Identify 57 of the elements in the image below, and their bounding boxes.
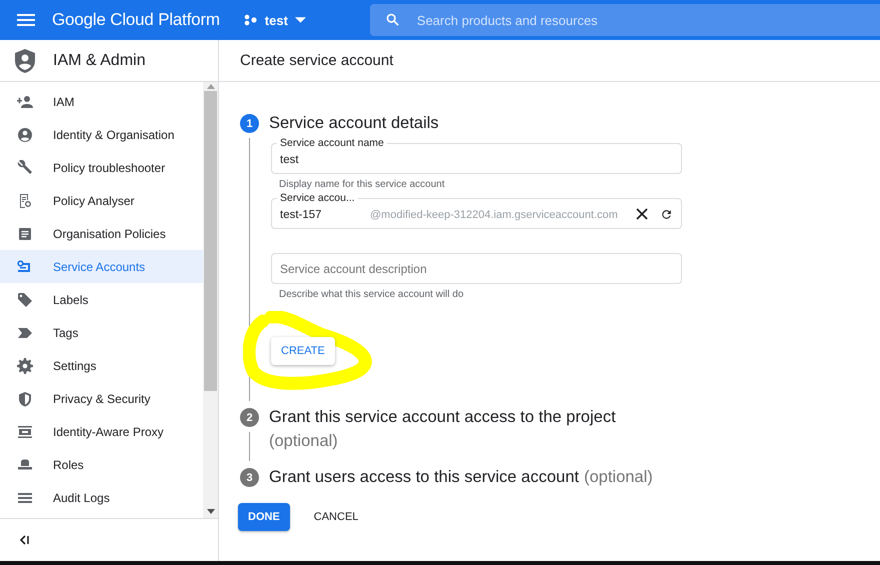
sidebar-item[interactable]: Policy troubleshooter (0, 151, 203, 184)
service-icon (17, 258, 33, 274)
menu-icon[interactable] (17, 14, 35, 26)
step-number: 1 (240, 114, 259, 133)
wrench-icon (17, 160, 33, 176)
optional-label: (optional) (269, 431, 338, 452)
sidebar-item[interactable]: Settings (0, 349, 203, 382)
gear-icon (17, 358, 33, 374)
field-value: test-157 (280, 208, 323, 221)
step-title: Grant users access to this service account (269, 467, 579, 488)
sidebar-title: IAM & Admin (53, 52, 146, 70)
shield-icon (17, 390, 33, 406)
search-field[interactable]: Search products and resources (370, 4, 880, 36)
sidebar-item[interactable]: Identity-Aware Proxy (0, 415, 203, 448)
person-add-icon (17, 94, 33, 110)
account-icon (17, 126, 33, 142)
scrollbar[interactable] (203, 82, 218, 518)
scroll-down-icon[interactable] (206, 509, 214, 514)
clear-icon[interactable] (636, 208, 648, 220)
sidebar-item[interactable]: Tags (0, 316, 203, 349)
refresh-icon[interactable] (660, 208, 673, 220)
sidebar-item[interactable]: Identity & Organisation (0, 118, 203, 151)
hat-icon (17, 456, 33, 472)
doc-icon (17, 226, 33, 242)
collapse-icon[interactable] (19, 535, 30, 545)
step-number: 3 (240, 468, 259, 487)
field-placeholder: Service account description (280, 262, 427, 276)
sidebar-item[interactable]: Roles (0, 448, 203, 481)
optional-label: (optional) (584, 467, 653, 488)
sidebar-item[interactable]: Organisation Policies (0, 217, 203, 250)
step-title: Service account details (269, 113, 439, 134)
caret-icon (294, 17, 306, 23)
sidebar-item[interactable]: IAM (0, 85, 203, 118)
domain-suffix: @modified-keep-312204.iam.gserviceaccount.com (370, 208, 619, 221)
page-title: Create service account (240, 52, 394, 69)
step-title: Grant this service account access to the project (269, 407, 616, 428)
cancel-button[interactable]: CANCEL (310, 503, 362, 531)
sidebar-item[interactable]: Audit Logs (0, 481, 203, 514)
sidebar-item[interactable]: Service Accounts (0, 250, 203, 283)
field-hint: Display name for this service account (278, 178, 446, 190)
doc-search-icon (17, 192, 33, 208)
create-button[interactable]: CREATE (271, 337, 335, 365)
sidebar-item[interactable]: Labels (0, 283, 203, 316)
tag-icon (17, 292, 33, 308)
field-value: test (280, 153, 299, 166)
field-hint: Describe what this service account will do (278, 288, 465, 300)
step-number: 2 (240, 408, 259, 427)
scrollbar-thumb[interactable] (204, 91, 217, 391)
done-button[interactable]: DONE (238, 503, 290, 531)
product-name[interactable]: Google Cloud Platform (52, 10, 220, 30)
dots-icon (244, 14, 258, 26)
shield-icon (15, 48, 35, 72)
search-icon (384, 12, 400, 27)
project-picker[interactable]: test (240, 8, 310, 32)
sidebar-item[interactable]: Policy Analyser (0, 184, 203, 217)
sidebar-item[interactable]: Privacy & Security (0, 382, 203, 415)
proxy-icon (17, 424, 33, 440)
